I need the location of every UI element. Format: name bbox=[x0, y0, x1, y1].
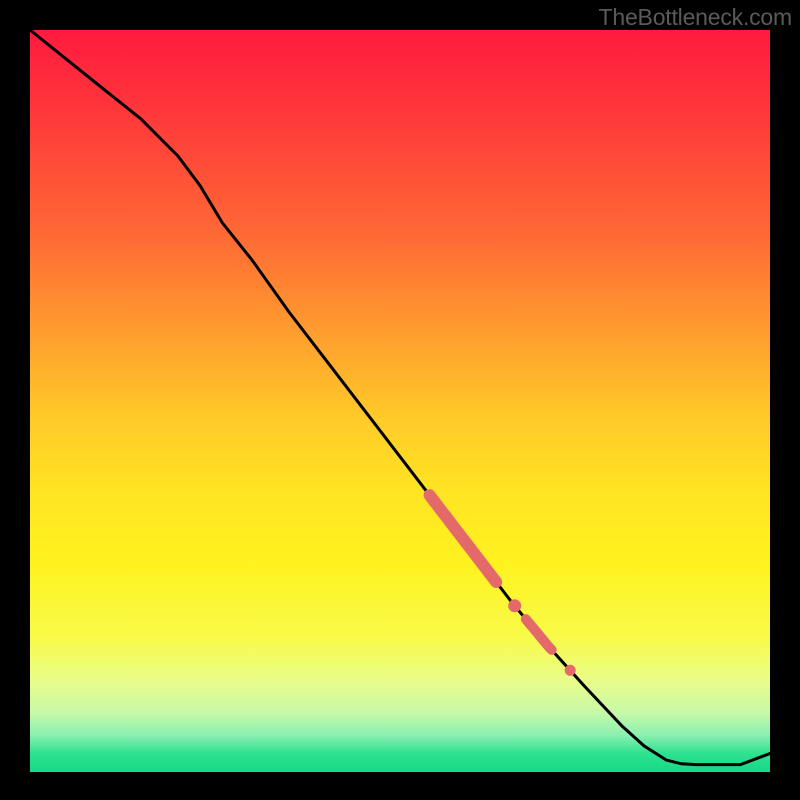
chart-curve-layer bbox=[30, 30, 770, 772]
highlight-band bbox=[526, 619, 552, 650]
highlight-band bbox=[430, 495, 497, 582]
highlight-point bbox=[565, 665, 575, 675]
highlight-point bbox=[509, 600, 521, 612]
highlight-marks-group bbox=[430, 495, 576, 675]
bottleneck-curve bbox=[30, 30, 770, 765]
watermark-text: TheBottleneck.com bbox=[599, 4, 792, 31]
